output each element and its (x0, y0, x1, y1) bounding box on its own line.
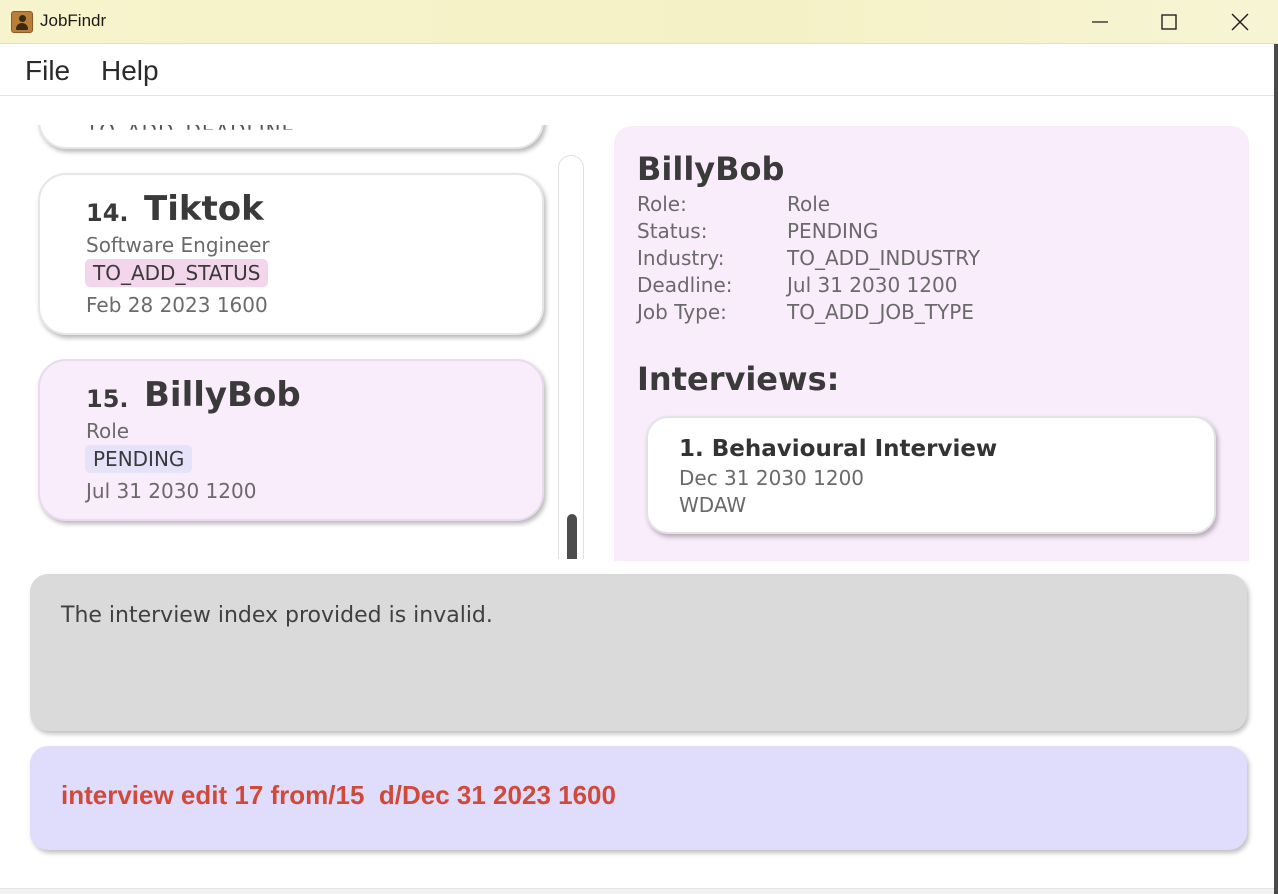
interviews-heading: Interviews: (637, 360, 840, 398)
result-display: The interview index provided is invalid. (30, 574, 1247, 731)
maximize-button[interactable] (1139, 0, 1199, 44)
detail-label: Role: (637, 192, 687, 216)
job-card[interactable]: 14. Tiktok Software Engineer TO_ADD_STAT… (38, 173, 544, 335)
detail-row-job-type: Job Type: TO_ADD_JOB_TYPE (637, 300, 974, 324)
job-detail-panel: BillyBob Role: Role Status: PENDING Indust… (614, 126, 1249, 561)
card-index: 14. (86, 199, 129, 227)
detail-row-deadline: Deadline: Jul 31 2030 1200 (637, 273, 957, 297)
card-company-name: Tiktok (144, 189, 264, 229)
job-card-selected[interactable]: 15. BillyBob Role PENDING Jul 31 2030 12… (38, 359, 544, 521)
window-right-edge (1274, 44, 1278, 894)
minimize-button[interactable] (1070, 0, 1130, 44)
close-icon (1231, 13, 1249, 31)
card-company-name: BillyBob (144, 375, 301, 415)
status-badge: PENDING (85, 445, 193, 473)
detail-value: Jul 31 2030 1200 (787, 273, 958, 297)
card-deadline: Feb 28 2023 1600 (86, 293, 268, 317)
result-message: The interview index provided is invalid. (61, 603, 493, 628)
detail-value: PENDING (787, 219, 879, 243)
scrollbar-thumb[interactable] (567, 514, 577, 559)
detail-value: Role (787, 192, 831, 216)
interview-card[interactable]: 1. Behavioural Interview Dec 31 2030 120… (646, 416, 1216, 534)
job-card-partial[interactable]: TO_ADD_DEADLINE (38, 125, 544, 149)
window-title: JobFindr (40, 11, 107, 30)
card-deadline: Jul 31 2030 1200 (86, 479, 257, 503)
interview-title: 1. Behavioural Interview (679, 436, 998, 462)
menu-file[interactable]: File (25, 55, 70, 87)
main-area: TO_ADD_DEADLINE 14. Tiktok Software Engi… (0, 97, 1278, 894)
card-deadline-partial: TO_ADD_DEADLINE (86, 125, 296, 143)
menu-bar: File Help (0, 45, 1278, 96)
detail-value: TO_ADD_INDUSTRY (787, 246, 981, 270)
detail-label: Job Type: (637, 300, 727, 324)
card-role: Role (86, 419, 130, 443)
close-button[interactable] (1210, 0, 1270, 44)
window-bottom-edge (0, 888, 1278, 894)
detail-label: Status: (637, 219, 708, 243)
status-badge: TO_ADD_STATUS (85, 259, 269, 287)
interview-date: Dec 31 2030 1200 (679, 466, 865, 490)
maximize-icon (1161, 14, 1177, 30)
menu-help[interactable]: Help (101, 55, 159, 87)
detail-row-role: Role: Role (637, 192, 830, 216)
command-box[interactable] (30, 746, 1247, 850)
detail-label: Industry: (637, 246, 725, 270)
card-index: 15. (86, 385, 129, 413)
job-list-scrollbar[interactable] (558, 155, 584, 559)
app-icon (11, 11, 33, 33)
detail-value: TO_ADD_JOB_TYPE (787, 300, 974, 324)
command-input[interactable] (61, 780, 1211, 811)
interview-note: WDAW (679, 493, 747, 517)
detail-label: Deadline: (637, 273, 733, 297)
detail-company-name: BillyBob (637, 150, 785, 188)
card-role: Software Engineer (86, 233, 270, 257)
detail-row-industry: Industry: TO_ADD_INDUSTRY (637, 246, 980, 270)
minimize-icon (1092, 21, 1108, 23)
job-list[interactable]: TO_ADD_DEADLINE 14. Tiktok Software Engi… (0, 125, 600, 559)
title-bar: JobFindr (0, 0, 1278, 44)
detail-row-status: Status: PENDING (637, 219, 878, 243)
